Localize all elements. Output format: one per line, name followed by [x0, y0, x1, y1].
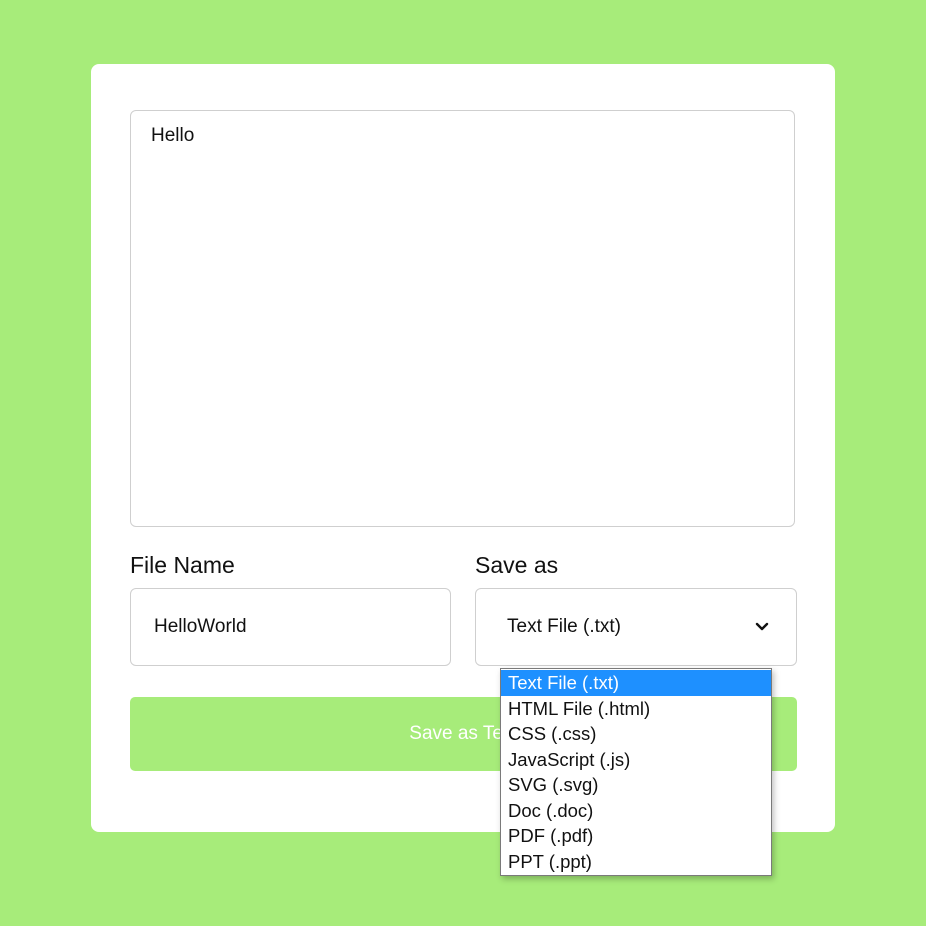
file-name-input[interactable]: HelloWorld	[130, 588, 451, 666]
dropdown-option-doc[interactable]: Doc (.doc)	[501, 798, 771, 824]
dropdown-option-svg[interactable]: SVG (.svg)	[501, 772, 771, 798]
editor-content: Hello	[151, 125, 195, 146]
dropdown-option-html[interactable]: HTML File (.html)	[501, 696, 771, 722]
dropdown-option-css[interactable]: CSS (.css)	[501, 721, 771, 747]
page-background: Hello File Name Save as HelloWorld Text …	[0, 0, 926, 926]
dropdown-option-txt[interactable]: Text File (.txt)	[501, 670, 771, 696]
text-editor[interactable]: Hello	[130, 110, 795, 527]
chevron-down-icon	[754, 619, 770, 635]
file-name-label: File Name	[130, 552, 235, 578]
save-as-dropdown-list: Text File (.txt) HTML File (.html) CSS (…	[500, 668, 772, 876]
dropdown-option-ppt[interactable]: PPT (.ppt)	[501, 849, 771, 875]
save-as-selected-value: Text File (.txt)	[507, 616, 622, 637]
file-name-value: HelloWorld	[154, 616, 247, 637]
save-as-select[interactable]: Text File (.txt)	[475, 588, 797, 666]
dropdown-option-js[interactable]: JavaScript (.js)	[501, 747, 771, 773]
save-as-label: Save as	[475, 552, 559, 578]
dropdown-option-pdf[interactable]: PDF (.pdf)	[501, 823, 771, 849]
